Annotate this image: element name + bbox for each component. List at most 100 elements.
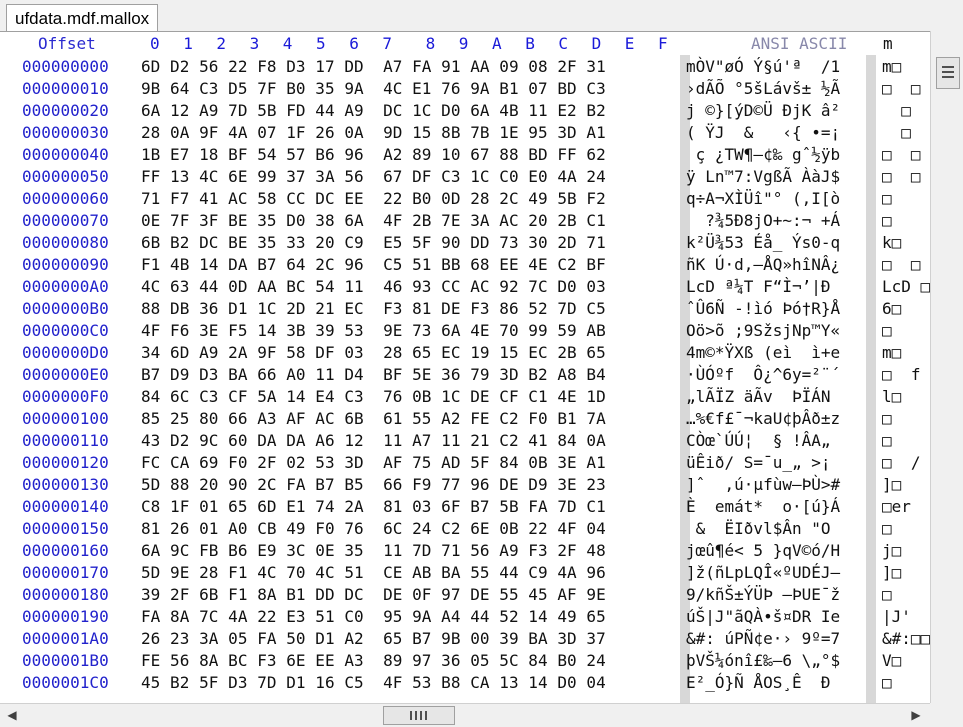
hex-row[interactable]: 000000100 85 25 80 66 A3 AF AC 6B 61 55 A…	[0, 407, 930, 429]
row-ascii-text[interactable]: □ □	[882, 255, 921, 274]
row-ascii-text[interactable]: □ □	[882, 145, 921, 164]
row-ascii-text[interactable]: &#:□□	[882, 629, 930, 648]
hex-row[interactable]: 000000160 6A 9C FB B6 E9 3C 0E 35 11 7D 7…	[0, 539, 930, 561]
row-hex-bytes[interactable]: 6B B2 DC BE 35 33 20 C9 E5 5F 90 DD 73 3…	[141, 233, 606, 252]
row-ascii-text[interactable]: □	[882, 673, 892, 692]
vertical-scroll-thumb[interactable]	[936, 57, 960, 89]
row-ansi-text[interactable]: & ËIðvl$Ân "O	[686, 519, 840, 538]
hex-row[interactable]: 000000050 FF 13 4C 6E 99 37 3A 56 67 DF C…	[0, 165, 930, 187]
row-ansi-text[interactable]: úŠ|J"ãQÀ•š¤DR Ie	[686, 607, 840, 626]
row-hex-bytes[interactable]: 6D D2 56 22 F8 D3 17 DD A7 FA 91 AA 09 0…	[141, 57, 606, 76]
row-ansi-text[interactable]: ·ÙÓºf Ô¿^6y=²¨´	[686, 365, 840, 384]
row-hex-bytes[interactable]: C8 1F 01 65 6D E1 74 2A 81 03 6F B7 5B F…	[141, 497, 606, 516]
row-ansi-text[interactable]: ñK Ú·d,–ÅQ»hîNÂ¿	[686, 255, 840, 274]
hex-row[interactable]: 000000030 28 0A 9F 4A 07 1F 26 0A 9D 15 8…	[0, 121, 930, 143]
row-hex-bytes[interactable]: 34 6D A9 2A 9F 58 DF 03 28 65 EC 19 15 E…	[141, 343, 606, 362]
row-ascii-text[interactable]: □	[882, 431, 892, 450]
hex-row[interactable]: 000000110 43 D2 9C 60 DA DA A6 12 11 A7 1…	[0, 429, 930, 451]
row-hex-bytes[interactable]: 88 DB 36 D1 1C 2D 21 EC F3 81 DE F3 86 5…	[141, 299, 606, 318]
row-ascii-text[interactable]: 6□	[882, 299, 901, 318]
scroll-left-arrow-icon[interactable]: ◀	[2, 705, 22, 725]
row-hex-bytes[interactable]: 4C 63 44 0D AA BC 54 11 46 93 CC AC 92 7…	[141, 277, 606, 296]
row-ansi-text[interactable]: ]ž(ñLpLQÎ«ºUDÉJ–	[686, 563, 840, 582]
row-hex-bytes[interactable]: 45 B2 5F D3 7D D1 16 C5 4F 53 B8 CA 13 1…	[141, 673, 606, 692]
hex-row[interactable]: 000000040 1B E7 18 BF 54 57 B6 96 A2 89 1…	[0, 143, 930, 165]
row-ascii-text[interactable]: |J'	[882, 607, 911, 626]
row-hex-bytes[interactable]: 85 25 80 66 A3 AF AC 6B 61 55 A2 FE C2 F…	[141, 409, 606, 428]
row-ascii-text[interactable]: ]□	[882, 475, 901, 494]
row-ascii-text[interactable]: □	[882, 101, 911, 120]
row-hex-bytes[interactable]: FC CA 69 F0 2F 02 53 3D AF 75 AD 5F 84 0…	[141, 453, 606, 472]
row-hex-bytes[interactable]: 39 2F 6B F1 8A B1 DD DC DE 0F 97 DE 55 4…	[141, 585, 606, 604]
scroll-right-arrow-icon[interactable]: ▶	[906, 705, 926, 725]
file-tab[interactable]: ufdata.mdf.mallox	[6, 4, 159, 32]
row-ascii-text[interactable]: □	[882, 585, 892, 604]
row-ascii-text[interactable]: V□	[882, 651, 901, 670]
hex-row[interactable]: 000000080 6B B2 DC BE 35 33 20 C9 E5 5F 9…	[0, 231, 930, 253]
row-ansi-text[interactable]: ˆÛ6Ñ -!ìó Þó†R}Å	[686, 299, 840, 318]
row-ascii-text[interactable]: k□	[882, 233, 901, 252]
row-ansi-text[interactable]: 9/kñŠ±ÝÜÞ —ÞUE¯ž	[686, 585, 840, 604]
horizontal-scrollbar[interactable]: ◀ ▶	[0, 703, 930, 727]
row-hex-bytes[interactable]: 6A 12 A9 7D 5B FD 44 A9 DC 1C D0 6A 4B 1…	[141, 101, 606, 120]
hex-row[interactable]: 000000130 5D 88 20 90 2C FA B7 B5 66 F9 7…	[0, 473, 930, 495]
row-ascii-text[interactable]: m□	[882, 57, 901, 76]
hex-row[interactable]: 000000060 71 F7 41 AC 58 CC DC EE 22 B0 0…	[0, 187, 930, 209]
hex-row[interactable]: 000000000 6D D2 56 22 F8 D3 17 DD A7 FA 9…	[0, 55, 930, 77]
hex-row[interactable]: 0000001B0 FE 56 8A BC F3 6E EE A3 89 97 3…	[0, 649, 930, 671]
hex-row[interactable]: 000000010 9B 64 C3 D5 7F B0 35 9A 4C E1 7…	[0, 77, 930, 99]
row-ansi-text[interactable]: È emát* o·[ú}Á	[686, 497, 840, 516]
row-ansi-text[interactable]: ?¾5Ð8jO+~:¬ +Á	[686, 211, 840, 230]
row-ansi-text[interactable]: ]ˆ ,ú·µfùw–ÞÙ>#	[686, 475, 840, 494]
row-hex-bytes[interactable]: 5D 88 20 90 2C FA B7 B5 66 F9 77 96 DE D…	[141, 475, 606, 494]
row-ansi-text[interactable]: ›dÃÕ °5šLávš± ½Ã	[686, 79, 840, 98]
row-hex-bytes[interactable]: 0E 7F 3F BE 35 D0 38 6A 4F 2B 7E 3A AC 2…	[141, 211, 606, 230]
row-ascii-text[interactable]: □	[882, 211, 892, 230]
row-ansi-text[interactable]: j ©}[ýD©Ü ÐjK â²	[686, 101, 840, 120]
row-ascii-text[interactable]: m□	[882, 343, 901, 362]
row-ascii-text[interactable]: □	[882, 409, 892, 428]
row-ansi-text[interactable]: ÿ Ln™7:VgßÃ ÀàJ$	[686, 167, 840, 186]
row-ansi-text[interactable]: „lÃÏZ äÃv ÞÏÁN	[686, 387, 840, 406]
row-hex-bytes[interactable]: F1 4B 14 DA B7 64 2C 96 C5 51 BB 68 EE 4…	[141, 255, 606, 274]
row-ansi-text[interactable]: &#: úPÑ¢e·› 9º=7	[686, 629, 840, 648]
row-ascii-text[interactable]: □	[882, 321, 892, 340]
horizontal-scroll-thumb[interactable]	[383, 706, 455, 725]
row-ansi-text[interactable]: ( ŸJ & ‹{ •=¡	[686, 123, 840, 142]
row-ansi-text[interactable]: mÒV"øÓ Ý§ú'ª /1	[686, 57, 840, 76]
row-ascii-text[interactable]: □er	[882, 497, 911, 516]
row-ansi-text[interactable]: 4m©*ŸXß (eì ì+e	[686, 343, 840, 362]
hex-row[interactable]: 000000170 5D 9E 28 F1 4C 70 4C 51 CE AB B…	[0, 561, 930, 583]
row-ascii-text[interactable]: LcD □	[882, 277, 930, 296]
row-ascii-text[interactable]: j□	[882, 541, 901, 560]
hex-row[interactable]: 000000190 FA 8A 7C 4A 22 E3 51 C0 95 9A A…	[0, 605, 930, 627]
hex-row[interactable]: 000000070 0E 7F 3F BE 35 D0 38 6A 4F 2B 7…	[0, 209, 930, 231]
row-hex-bytes[interactable]: 1B E7 18 BF 54 57 B6 96 A2 89 10 67 88 B…	[141, 145, 606, 164]
row-ansi-text[interactable]: þVŠ¼ónî£‰—6 \„°$	[686, 651, 840, 670]
hex-row[interactable]: 000000120 FC CA 69 F0 2F 02 53 3D AF 75 A…	[0, 451, 930, 473]
row-hex-bytes[interactable]: 4F F6 3E F5 14 3B 39 53 9E 73 6A 4E 70 9…	[141, 321, 606, 340]
row-hex-bytes[interactable]: 6A 9C FB B6 E9 3C 0E 35 11 7D 71 56 A9 F…	[141, 541, 606, 560]
row-ansi-text[interactable]: üÊið/ S=¯u­_„ >¡	[686, 453, 831, 472]
hex-row[interactable]: 000000180 39 2F 6B F1 8A B1 DD DC DE 0F 9…	[0, 583, 930, 605]
hex-row[interactable]: 000000150 81 26 01 A0 CB 49 F0 76 6C 24 C…	[0, 517, 930, 539]
row-hex-bytes[interactable]: FE 56 8A BC F3 6E EE A3 89 97 36 05 5C 8…	[141, 651, 606, 670]
row-hex-bytes[interactable]: B7 D9 D3 BA 66 A0 11 D4 BF 5E 36 79 3D B…	[141, 365, 606, 384]
row-ascii-text[interactable]: □	[882, 123, 911, 142]
row-ansi-text[interactable]: Oö>õ ;9SžsjNp™Y«	[686, 321, 840, 340]
row-hex-bytes[interactable]: FF 13 4C 6E 99 37 3A 56 67 DF C3 1C C0 E…	[141, 167, 606, 186]
hex-row[interactable]: 0000000F0 84 6C C3 CF 5A 14 E4 C3 76 0B 1…	[0, 385, 930, 407]
row-ascii-text[interactable]: l□	[882, 387, 901, 406]
row-ansi-text[interactable]: q÷A¬XÌÜî"° (,I[ò	[686, 189, 840, 208]
hex-row[interactable]: 000000140 C8 1F 01 65 6D E1 74 2A 81 03 6…	[0, 495, 930, 517]
hex-row[interactable]: 0000000D0 34 6D A9 2A 9F 58 DF 03 28 65 E…	[0, 341, 930, 363]
hex-row[interactable]: 0000000C0 4F F6 3E F5 14 3B 39 53 9E 73 6…	[0, 319, 930, 341]
row-hex-bytes[interactable]: 5D 9E 28 F1 4C 70 4C 51 CE AB BA 55 44 C…	[141, 563, 606, 582]
hex-row[interactable]: 0000001A0 26 23 3A 05 FA 50 D1 A2 65 B7 9…	[0, 627, 930, 649]
row-ascii-text[interactable]: □ f	[882, 365, 921, 384]
row-hex-bytes[interactable]: 9B 64 C3 D5 7F B0 35 9A 4C E1 76 9A B1 0…	[141, 79, 606, 98]
row-hex-bytes[interactable]: 26 23 3A 05 FA 50 D1 A2 65 B7 9B 00 39 B…	[141, 629, 606, 648]
row-hex-bytes[interactable]: 84 6C C3 CF 5A 14 E4 C3 76 0B 1C DE CF C…	[141, 387, 606, 406]
row-ansi-text[interactable]: E²_Ó}Ñ ÅOS¸Ê Ð	[686, 673, 840, 692]
row-ansi-text[interactable]: k²Ü¾53 Éå_ Ýs0-q	[686, 233, 840, 252]
